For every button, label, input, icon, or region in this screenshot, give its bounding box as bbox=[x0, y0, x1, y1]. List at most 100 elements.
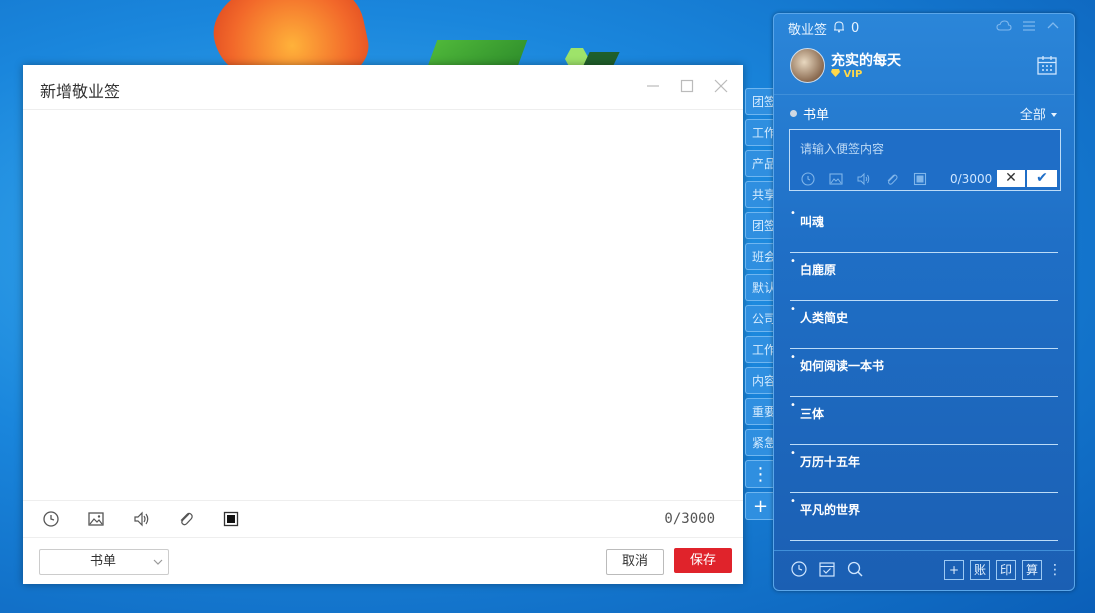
account-button[interactable]: 账 bbox=[970, 560, 990, 580]
side-tab-12[interactable]: 紧急 bbox=[745, 429, 775, 456]
minimize-icon[interactable] bbox=[643, 78, 663, 98]
audio-icon[interactable] bbox=[856, 171, 872, 187]
quick-note-box: 0/3000 ✕ ✔ bbox=[789, 129, 1061, 191]
list-item[interactable]: • 叫魂 bbox=[790, 204, 1058, 253]
panel-controls bbox=[996, 19, 1060, 37]
bullet-icon: • bbox=[790, 496, 796, 507]
input-char-count: 0/3000 bbox=[950, 172, 993, 186]
category-dot-icon bbox=[790, 110, 797, 117]
note-title: 三体 bbox=[800, 407, 825, 421]
window-controls bbox=[643, 78, 731, 98]
print-button[interactable]: 印 bbox=[996, 560, 1016, 580]
panel-footer-actions: + 账 印 算 ⋮ bbox=[944, 560, 1062, 580]
side-tab-1[interactable]: 团签 bbox=[745, 88, 775, 115]
image-icon[interactable] bbox=[86, 509, 106, 529]
more-vertical-icon[interactable]: ⋮ bbox=[745, 460, 775, 488]
new-note-dialog: 新增敬业签 0/3000 书单 取消 保存 bbox=[23, 65, 743, 584]
side-tab-9[interactable]: 工作 bbox=[745, 336, 775, 363]
clock-icon[interactable] bbox=[41, 509, 61, 529]
confirm-note-button[interactable]: ✔ bbox=[1027, 170, 1057, 187]
add-note-button[interactable]: + bbox=[944, 560, 964, 580]
title-divider bbox=[23, 109, 743, 110]
avatar[interactable] bbox=[790, 48, 825, 83]
side-tab-6[interactable]: 班会 bbox=[745, 243, 775, 270]
vip-badge: VIP bbox=[831, 69, 862, 80]
list-item[interactable]: • 三体 bbox=[790, 396, 1058, 445]
bullet-icon: • bbox=[790, 304, 796, 315]
category-label: 书单 bbox=[803, 108, 830, 123]
stop-square-icon[interactable] bbox=[221, 509, 241, 529]
current-category: 书单 bbox=[790, 104, 829, 123]
notification-count: 0 bbox=[851, 21, 860, 36]
note-title: 万历十五年 bbox=[800, 455, 861, 469]
list-item[interactable]: • 人类简史 bbox=[790, 300, 1058, 349]
editor-toolbar: 0/3000 bbox=[23, 500, 743, 538]
menu-icon[interactable] bbox=[1022, 19, 1036, 37]
filter-label: 全部 bbox=[1019, 108, 1046, 123]
bullet-icon: • bbox=[790, 352, 796, 363]
more-vertical-icon[interactable]: ⋮ bbox=[1048, 562, 1062, 578]
cloud-sync-icon[interactable] bbox=[996, 19, 1012, 37]
calendar-icon[interactable] bbox=[1036, 54, 1058, 76]
save-button[interactable]: 保存 bbox=[674, 548, 732, 573]
caret-down-icon bbox=[1050, 108, 1058, 123]
note-title: 如何阅读一本书 bbox=[800, 359, 885, 373]
filter-dropdown[interactable]: 全部 bbox=[1020, 104, 1058, 123]
collapse-icon[interactable] bbox=[1046, 19, 1060, 37]
close-icon[interactable] bbox=[711, 78, 731, 98]
image-icon[interactable] bbox=[828, 171, 844, 187]
cancel-button[interactable]: 取消 bbox=[606, 549, 664, 575]
bullet-icon: • bbox=[790, 448, 796, 459]
category-select[interactable]: 书单 bbox=[39, 549, 169, 575]
attachment-icon[interactable] bbox=[176, 509, 196, 529]
list-item[interactable]: • 白鹿原 bbox=[790, 252, 1058, 301]
clock-icon[interactable] bbox=[800, 171, 816, 187]
search-icon[interactable] bbox=[846, 560, 864, 578]
stop-square-icon[interactable] bbox=[912, 171, 928, 187]
side-tab-7[interactable]: 默认 bbox=[745, 274, 775, 301]
bullet-icon: • bbox=[790, 208, 796, 219]
side-tab-4[interactable]: 共享 bbox=[745, 181, 775, 208]
note-title: 平凡的世界 bbox=[800, 503, 861, 517]
note-panel: 敬业签 0 充实的每天 VIP 书单 全部 请输入便签内容 0/3000 ✕ ✔… bbox=[773, 13, 1075, 591]
list-item[interactable]: • 万历十五年 bbox=[790, 444, 1058, 493]
panel-footer-tools bbox=[790, 560, 864, 578]
note-title: 白鹿原 bbox=[800, 263, 837, 277]
clock-icon[interactable] bbox=[790, 560, 808, 578]
audio-icon[interactable] bbox=[132, 509, 152, 529]
chevron-down-icon bbox=[152, 550, 164, 582]
vip-label: VIP bbox=[843, 69, 863, 80]
note-title: 叫魂 bbox=[800, 215, 825, 229]
bell-icon[interactable] bbox=[833, 20, 845, 37]
close-icon: ✕ bbox=[1005, 170, 1017, 186]
side-tab-5[interactable]: 团签 bbox=[745, 212, 775, 239]
maximize-icon[interactable] bbox=[677, 78, 697, 98]
calendar-check-icon[interactable] bbox=[818, 560, 836, 578]
discard-note-button[interactable]: ✕ bbox=[997, 170, 1025, 187]
dialog-title: 新增敬业签 bbox=[40, 82, 121, 101]
panel-divider bbox=[774, 94, 1074, 95]
side-tab-3[interactable]: 产品 bbox=[745, 150, 775, 177]
username: 充实的每天 bbox=[831, 53, 901, 69]
footer-divider bbox=[774, 550, 1074, 551]
calculate-button[interactable]: 算 bbox=[1022, 560, 1042, 580]
char-count: 0/3000 bbox=[664, 511, 715, 527]
side-tab-8[interactable]: 公司 bbox=[745, 305, 775, 332]
side-tab-2[interactable]: 工作 bbox=[745, 119, 775, 146]
note-title: 人类简史 bbox=[800, 311, 849, 325]
side-tab-11[interactable]: 重要 bbox=[745, 398, 775, 425]
note-input[interactable] bbox=[790, 130, 1060, 168]
diamond-icon bbox=[831, 69, 843, 80]
bullet-icon: • bbox=[790, 256, 796, 267]
side-tab-10[interactable]: 内容 bbox=[745, 367, 775, 394]
app-name: 敬业签 bbox=[788, 23, 828, 38]
add-tab-icon[interactable]: + bbox=[745, 492, 775, 520]
check-icon: ✔ bbox=[1036, 170, 1048, 186]
quick-note-toolbar bbox=[800, 171, 928, 187]
list-item[interactable]: • 如何阅读一本书 bbox=[790, 348, 1058, 397]
panel-header: 敬业签 0 bbox=[788, 19, 859, 38]
bullet-icon: • bbox=[790, 400, 796, 411]
category-select-value: 书单 bbox=[90, 554, 117, 569]
attachment-icon[interactable] bbox=[884, 171, 900, 187]
list-item[interactable]: • 平凡的世界 bbox=[790, 492, 1058, 541]
